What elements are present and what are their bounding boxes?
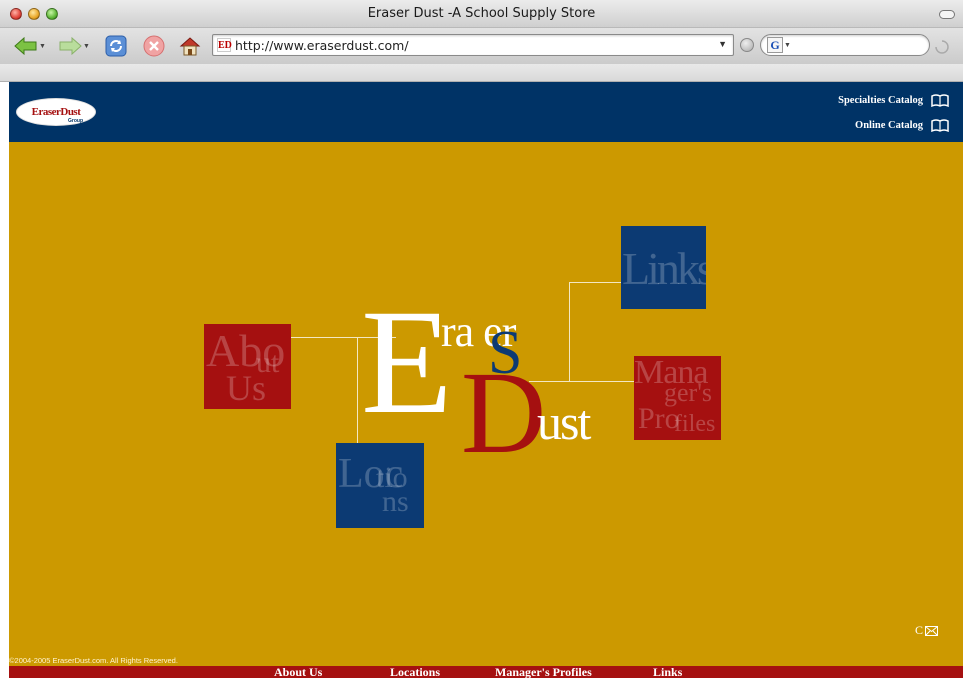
- wordmark-letter-d: D: [461, 347, 547, 478]
- wordmark-letters-ust: ust: [537, 394, 591, 450]
- copyright-notice: ©2004-2005 EraserDust.com. All Rights Re…: [9, 656, 178, 665]
- home-button[interactable]: [176, 34, 204, 58]
- search-bar[interactable]: G ▼: [760, 34, 930, 56]
- wordmark-letter-e: E: [361, 279, 453, 445]
- about-tile-text-3: Us: [226, 368, 267, 408]
- address-bar[interactable]: ED http://www.eraserdust.com/ ▼: [212, 34, 734, 56]
- footer-nav: About Us Locations Manager's Profiles Li…: [9, 665, 963, 678]
- links-tile[interactable]: Links: [621, 226, 706, 309]
- web-page: EraserDust Group Specialties Catalog Onl…: [9, 82, 963, 678]
- search-engine-menu-icon[interactable]: ▼: [784, 42, 791, 49]
- managers-profiles-tile[interactable]: Mana ger's Pro files: [634, 356, 721, 440]
- browser-toolbar: ▼ ▼ ED http://www.eraserdust.com/ ▼ G ▼: [0, 28, 963, 64]
- stop-icon: [143, 35, 165, 57]
- specialties-catalog-label: Specialties Catalog: [838, 94, 923, 106]
- contact-link[interactable]: C: [915, 623, 939, 638]
- url-history-dropdown-icon[interactable]: ▼: [718, 39, 727, 49]
- about-us-tile[interactable]: Abo ut Us: [204, 324, 291, 409]
- footer-link-managers-profiles[interactable]: Manager's Profiles: [495, 665, 592, 678]
- forward-arrow-icon: [59, 37, 82, 55]
- forward-button[interactable]: ▼: [56, 34, 92, 58]
- footer-link-locations[interactable]: Locations: [390, 665, 440, 678]
- online-catalog-label: Online Catalog: [855, 119, 923, 131]
- window-title: Eraser Dust -A School Supply Store: [367, 6, 596, 21]
- reload-icon: [105, 35, 127, 57]
- bookmarks-bar: [0, 64, 963, 82]
- footer-link-about-us[interactable]: About Us: [274, 665, 322, 678]
- home-icon: [179, 37, 201, 56]
- go-button[interactable]: [740, 38, 754, 52]
- book-icon: [931, 118, 949, 132]
- book-icon: [931, 93, 949, 107]
- footer-link-links[interactable]: Links: [653, 665, 682, 678]
- back-arrow-icon: [14, 37, 37, 55]
- logo-text: EraserDust: [31, 106, 81, 118]
- window-titlebar: Eraser Dust -A School Supply Store: [0, 0, 963, 28]
- url-text[interactable]: http://www.eraserdust.com/: [235, 38, 409, 53]
- locations-tile[interactable]: Loc tio ns: [336, 443, 424, 528]
- locations-tile-text-3: ns: [382, 485, 409, 518]
- reload-button[interactable]: [102, 34, 130, 58]
- site-header: EraserDust Group Specialties Catalog Onl…: [9, 82, 963, 142]
- logo-subtext: Group: [68, 118, 83, 124]
- mail-icon: [925, 625, 939, 636]
- toolbar-toggle-button[interactable]: [939, 10, 955, 19]
- connector-line: [569, 282, 621, 283]
- online-catalog-link[interactable]: Online Catalog: [855, 117, 949, 133]
- connector-line: [357, 337, 358, 443]
- connector-line: [569, 282, 570, 381]
- activity-spinner-icon: [935, 40, 949, 54]
- links-tile-text: Links: [622, 243, 706, 294]
- stop-button[interactable]: [140, 34, 168, 58]
- back-button[interactable]: ▼: [12, 34, 48, 58]
- specialties-catalog-link[interactable]: Specialties Catalog: [838, 92, 949, 108]
- contact-label: C: [915, 623, 924, 637]
- site-logo[interactable]: EraserDust Group: [17, 99, 95, 125]
- forward-menu-icon[interactable]: ▼: [83, 43, 90, 50]
- managers-tile-text-4: files: [674, 411, 716, 437]
- search-engine-icon[interactable]: G: [767, 37, 783, 53]
- back-menu-icon[interactable]: ▼: [39, 43, 46, 50]
- site-favicon: ED: [217, 38, 232, 52]
